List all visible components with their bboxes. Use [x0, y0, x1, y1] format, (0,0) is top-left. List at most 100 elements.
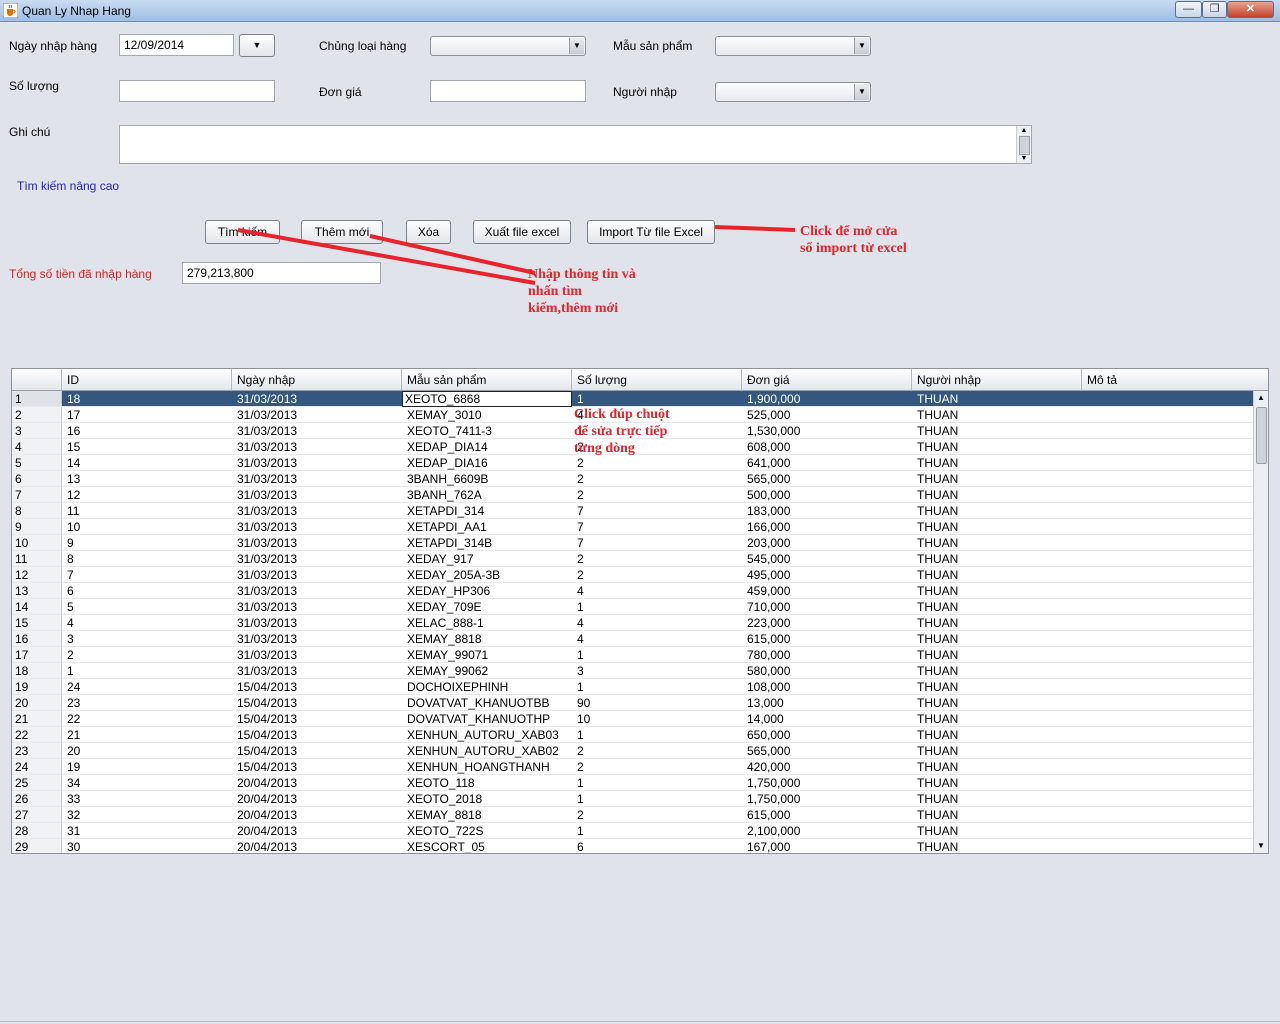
import-date-cell[interactable]: 20/04/2013 [232, 791, 402, 807]
product-model-cell[interactable]: XETAPDI_AA1 [402, 519, 572, 535]
id-cell[interactable]: 1 [62, 663, 232, 679]
id-cell[interactable]: 30 [62, 839, 232, 853]
importer-cell[interactable]: THUAN [912, 759, 1082, 775]
product-model-cell[interactable]: XENHUN_HOANGTHANH [402, 759, 572, 775]
id-cell[interactable]: 3 [62, 631, 232, 647]
scroll-up-icon[interactable]: ▲ [1017, 126, 1031, 135]
table-row[interactable]: 21 22 15/04/2013 DOVATVAT_KHANUOTHP 10 14,000… [12, 711, 1254, 727]
quantity-cell[interactable]: 1 [572, 775, 742, 791]
description-cell[interactable] [1082, 551, 1254, 567]
import-date-cell[interactable]: 31/03/2013 [232, 487, 402, 503]
table-row[interactable]: 16 3 31/03/2013 XEMAY_8818 4 615,000 THUAN [12, 631, 1254, 647]
importer-cell[interactable]: THUAN [912, 663, 1082, 679]
row-number-cell[interactable]: 1 [12, 391, 62, 407]
table-row[interactable]: 4 15 31/03/2013 XEDAP_DIA14 2 608,000 THUAN [12, 439, 1254, 455]
importer-cell[interactable]: THUAN [912, 615, 1082, 631]
importer-cell[interactable]: THUAN [912, 695, 1082, 711]
description-cell[interactable] [1082, 823, 1254, 839]
row-number-cell[interactable]: 18 [12, 663, 62, 679]
table-row[interactable]: 2 17 31/03/2013 XEMAY_3010 4 525,000 THUAN [12, 407, 1254, 423]
notes-scrollbar[interactable]: ▲ ▼ [1016, 126, 1031, 163]
unit-price-cell[interactable]: 108,000 [742, 679, 912, 695]
row-number-cell[interactable]: 4 [12, 439, 62, 455]
importer-cell[interactable]: THUAN [912, 423, 1082, 439]
table-row[interactable]: 12 7 31/03/2013 XEDAY_205A-3B 2 495,000 THUAN [12, 567, 1254, 583]
row-number-cell[interactable]: 10 [12, 535, 62, 551]
row-number-cell[interactable]: 2 [12, 407, 62, 423]
importer-cell[interactable]: THUAN [912, 599, 1082, 615]
description-cell[interactable] [1082, 439, 1254, 455]
description-cell[interactable] [1082, 455, 1254, 471]
product-model-cell[interactable]: XEMAY_99071 [402, 647, 572, 663]
description-cell[interactable] [1082, 695, 1254, 711]
product-model-cell[interactable]: DOVATVAT_KHANUOTBB [402, 695, 572, 711]
quantity-cell[interactable]: 3 [572, 663, 742, 679]
product-model-cell[interactable]: XEOTO_2018 [402, 791, 572, 807]
importer-cell[interactable]: THUAN [912, 407, 1082, 423]
table-row[interactable]: 14 5 31/03/2013 XEDAY_709E 1 710,000 THUAN [12, 599, 1254, 615]
row-number-cell[interactable]: 26 [12, 791, 62, 807]
unit-price-cell[interactable]: 1,530,000 [742, 423, 912, 439]
table-row[interactable]: 3 16 31/03/2013 XEOTO_7411-3 1 1,530,000 THUAN [12, 423, 1254, 439]
quantity-cell[interactable]: 1 [572, 823, 742, 839]
product-model-cell[interactable]: XEDAY_709E [402, 599, 572, 615]
importer-cell[interactable]: THUAN [912, 471, 1082, 487]
quantity-cell[interactable]: 10 [572, 711, 742, 727]
row-number-cell[interactable]: 12 [12, 567, 62, 583]
import-date-cell[interactable]: 31/03/2013 [232, 583, 402, 599]
column-header-importer[interactable]: Người nhập [912, 369, 1082, 391]
quantity-cell[interactable]: 2 [572, 455, 742, 471]
importer-cell[interactable]: THUAN [912, 727, 1082, 743]
table-row[interactable]: 1 18 31/03/2013 XEOTO_6868 1 1,900,000 THUAN [12, 391, 1254, 407]
table-row[interactable]: 24 19 15/04/2013 XENHUN_HOANGTHANH 2 420,000 T… [12, 759, 1254, 775]
importer-cell[interactable]: THUAN [912, 775, 1082, 791]
column-header-import-date[interactable]: Ngày nhập [232, 369, 402, 391]
id-cell[interactable]: 33 [62, 791, 232, 807]
export-excel-button[interactable]: Xuất file excel [473, 220, 571, 244]
quantity-cell[interactable]: 1 [572, 679, 742, 695]
product-model-cell[interactable]: XEMAY_3010 [402, 407, 572, 423]
importer-cell[interactable]: THUAN [912, 679, 1082, 695]
product-model-cell[interactable]: XEDAY_205A-3B [402, 567, 572, 583]
add-new-button[interactable]: Thêm mới [301, 220, 383, 244]
product-model-combo[interactable]: ▼ [715, 36, 871, 56]
importer-cell[interactable]: THUAN [912, 455, 1082, 471]
id-cell[interactable]: 2 [62, 647, 232, 663]
row-number-cell[interactable]: 8 [12, 503, 62, 519]
id-cell[interactable]: 6 [62, 583, 232, 599]
id-cell[interactable]: 4 [62, 615, 232, 631]
row-number-cell[interactable]: 25 [12, 775, 62, 791]
scroll-down-icon[interactable]: ▼ [1017, 154, 1031, 163]
quantity-cell[interactable]: 2 [572, 471, 742, 487]
id-cell[interactable]: 22 [62, 711, 232, 727]
importer-cell[interactable]: THUAN [912, 631, 1082, 647]
row-number-cell[interactable]: 17 [12, 647, 62, 663]
quantity-cell[interactable]: 2 [572, 439, 742, 455]
product-model-cell[interactable]: XETAPDI_314 [402, 503, 572, 519]
id-cell[interactable]: 8 [62, 551, 232, 567]
id-cell[interactable]: 12 [62, 487, 232, 503]
product-model-cell[interactable]: DOVATVAT_KHANUOTHP [402, 711, 572, 727]
import-date-cell[interactable]: 31/03/2013 [232, 407, 402, 423]
table-row[interactable]: 11 8 31/03/2013 XEDAY_917 2 545,000 THUAN [12, 551, 1254, 567]
id-cell[interactable]: 24 [62, 679, 232, 695]
product-model-cell[interactable]: XEMAY_8818 [402, 631, 572, 647]
importer-cell[interactable]: THUAN [912, 439, 1082, 455]
id-cell[interactable]: 13 [62, 471, 232, 487]
quantity-cell[interactable]: 1 [572, 423, 742, 439]
import-date-cell[interactable]: 15/04/2013 [232, 695, 402, 711]
import-date-cell[interactable]: 31/03/2013 [232, 663, 402, 679]
id-cell[interactable]: 16 [62, 423, 232, 439]
quantity-cell[interactable]: 1 [572, 599, 742, 615]
product-model-cell[interactable]: DOCHOIXEPHINH [402, 679, 572, 695]
id-cell[interactable]: 18 [62, 391, 232, 407]
description-cell[interactable] [1082, 407, 1254, 423]
import-date-cell[interactable]: 31/03/2013 [232, 647, 402, 663]
import-date-cell[interactable]: 20/04/2013 [232, 775, 402, 791]
import-date-cell[interactable]: 31/03/2013 [232, 503, 402, 519]
unit-price-cell[interactable]: 13,000 [742, 695, 912, 711]
quantity-cell[interactable]: 7 [572, 535, 742, 551]
import-date-cell[interactable]: 31/03/2013 [232, 615, 402, 631]
id-cell[interactable]: 15 [62, 439, 232, 455]
quantity-cell[interactable]: 1 [572, 791, 742, 807]
